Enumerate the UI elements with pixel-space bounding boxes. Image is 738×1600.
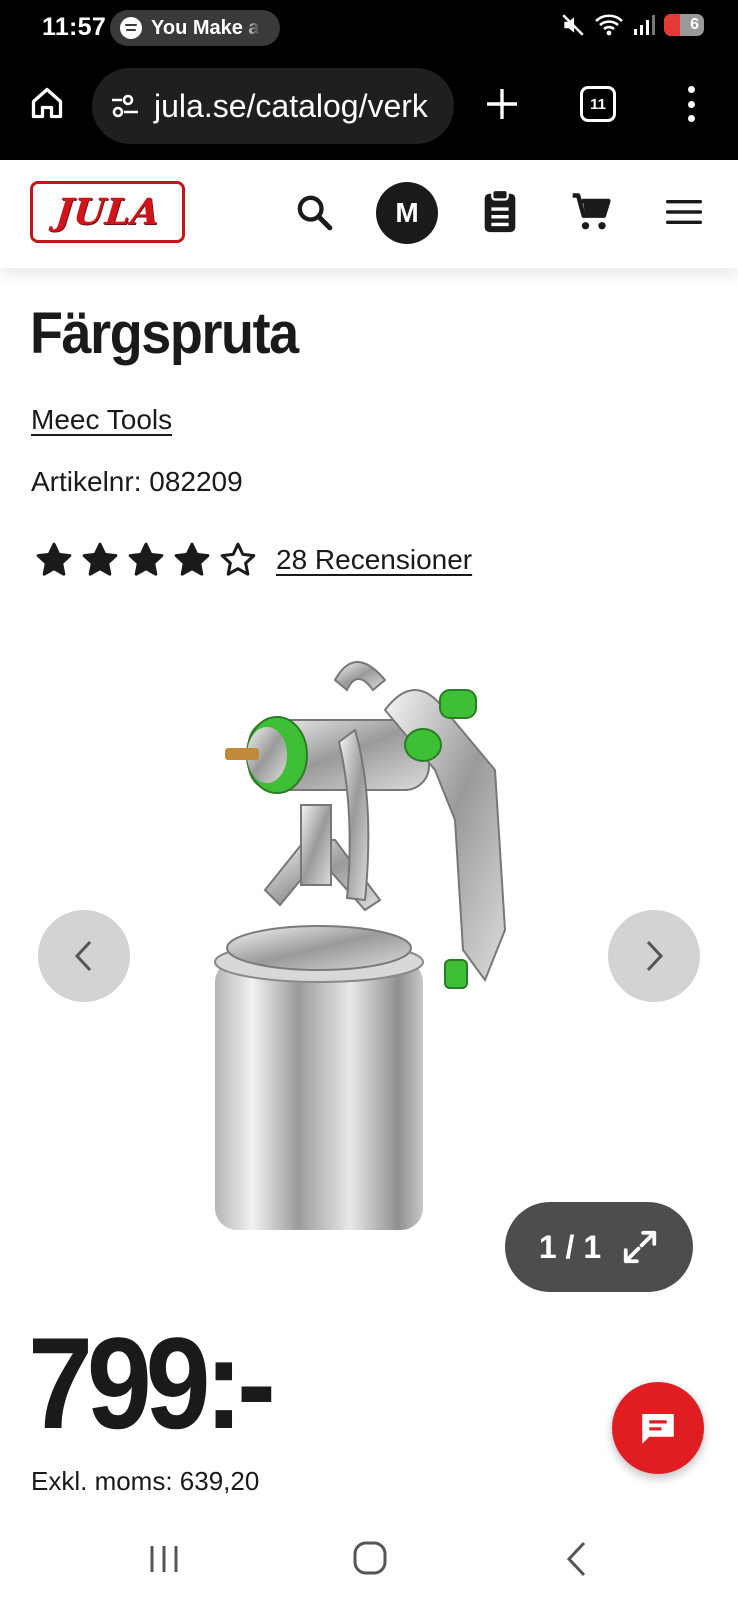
system-navigation-bar xyxy=(0,1516,738,1600)
home-icon[interactable] xyxy=(24,80,70,126)
spray-gun-image xyxy=(214,661,507,1230)
site-header: JULA M xyxy=(0,160,738,268)
hamburger-menu-icon[interactable] xyxy=(664,196,704,228)
browser-toolbar: jula.se/catalog/verk 11 xyxy=(0,56,738,160)
status-bar: 11:57 You Make a 6 xyxy=(0,0,738,56)
user-avatar[interactable]: M xyxy=(376,182,438,244)
rating-row: 28 Recensioner xyxy=(34,540,472,580)
site-settings-icon[interactable] xyxy=(110,93,140,119)
address-bar[interactable]: jula.se/catalog/verk xyxy=(92,68,454,144)
image-counter: 1 / 1 xyxy=(538,1228,602,1265)
tabs-icon[interactable]: 11 xyxy=(580,86,616,122)
search-icon[interactable] xyxy=(294,192,334,232)
logo-text: JULA xyxy=(53,191,162,233)
product-gallery: 1 / 1 xyxy=(0,610,738,1300)
chat-button[interactable] xyxy=(612,1382,704,1474)
new-tab-icon[interactable] xyxy=(480,82,524,126)
shopping-list-icon[interactable] xyxy=(480,188,520,234)
product-title: Färgspruta xyxy=(30,301,299,366)
reviews-link[interactable]: 28 Recensioner xyxy=(276,544,472,576)
brand-link[interactable]: Meec Tools xyxy=(31,404,172,436)
more-menu-icon[interactable] xyxy=(676,82,706,126)
gallery-prev-button[interactable] xyxy=(38,910,130,1002)
now-playing-text: You Make a xyxy=(151,16,260,39)
cart-icon[interactable] xyxy=(568,190,614,234)
chevron-right-icon xyxy=(646,940,664,972)
chevron-left-icon xyxy=(74,940,92,972)
home-button-icon[interactable] xyxy=(352,1540,388,1576)
back-icon[interactable] xyxy=(564,1540,588,1578)
star-filled-icon xyxy=(174,542,210,576)
article-number-label: Artikelnr: xyxy=(31,466,142,497)
battery-indicator: 6 xyxy=(664,14,704,36)
article-number-value: 082209 xyxy=(149,466,243,497)
spotify-icon xyxy=(120,17,142,39)
chat-icon xyxy=(642,1414,674,1444)
star-empty-icon xyxy=(220,542,256,576)
signal-icon xyxy=(634,15,655,35)
jula-logo[interactable]: JULA xyxy=(30,181,185,243)
price-excl-vat: Exkl. moms: 639,20 xyxy=(31,1466,260,1496)
image-counter-fullscreen-button[interactable]: 1 / 1 xyxy=(505,1202,693,1292)
mute-icon xyxy=(562,14,584,36)
now-playing-chip[interactable]: You Make a xyxy=(110,10,280,46)
star-rating xyxy=(34,540,258,580)
recent-apps-icon[interactable] xyxy=(148,1544,180,1574)
article-number: Artikelnr: 082209 xyxy=(31,466,243,498)
url-text: jula.se/catalog/verk xyxy=(154,87,428,124)
battery-level-text: 6 xyxy=(690,16,699,33)
product-price: 799:- xyxy=(28,1310,276,1456)
star-filled-icon xyxy=(82,542,118,576)
expand-icon xyxy=(623,1230,657,1264)
status-time: 11:57 xyxy=(42,13,107,41)
gallery-next-button[interactable] xyxy=(608,910,700,1002)
wifi-icon xyxy=(595,14,623,36)
status-icons: 6 xyxy=(560,12,704,38)
star-filled-icon xyxy=(128,542,164,576)
star-filled-icon xyxy=(36,542,72,576)
battery-level-fill xyxy=(664,14,680,36)
